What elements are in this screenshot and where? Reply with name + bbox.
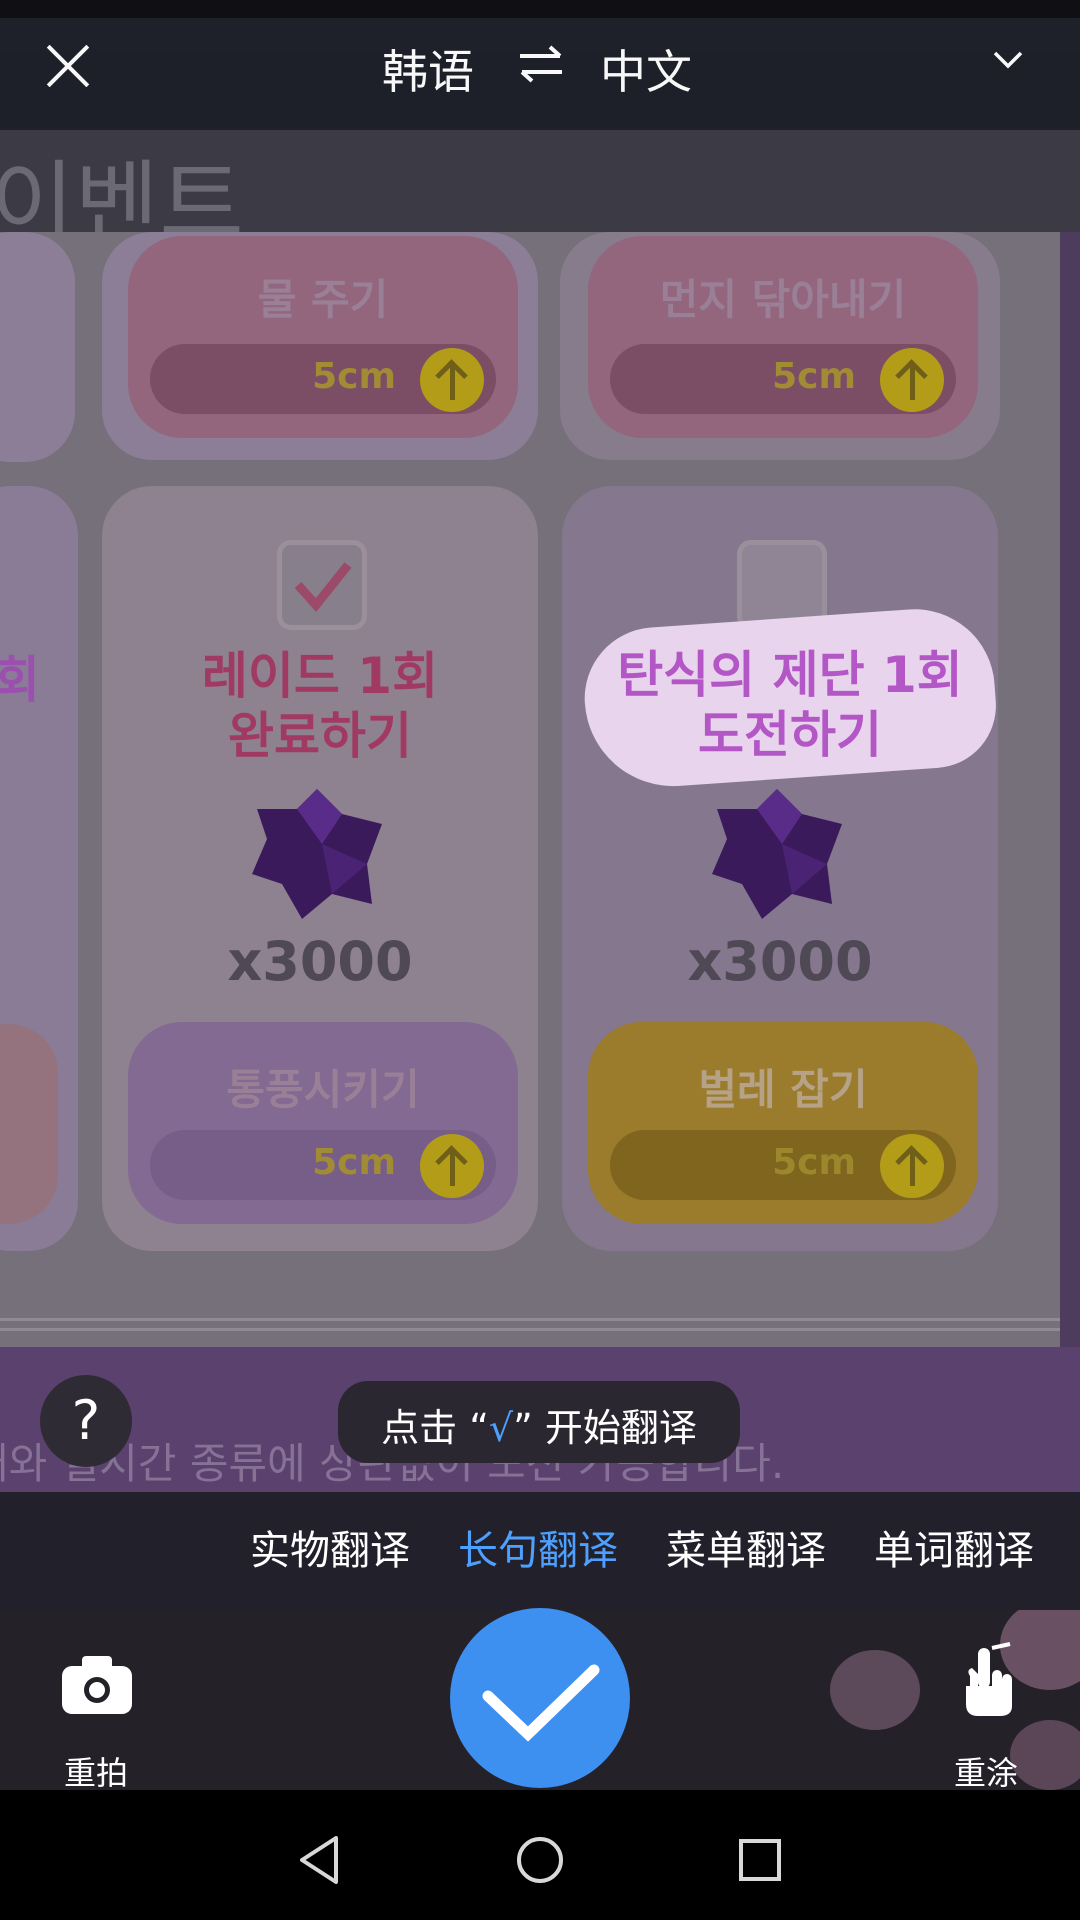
reward-count: x3000 [227,930,413,993]
close-icon[interactable] [46,44,90,88]
task-text: 레이드 1회 완료하기 [102,646,538,766]
task-pill-title: 먼지 닦아내기 [659,275,907,324]
task-text-line: 완료하기 [228,707,412,765]
partial-pill [0,1024,58,1224]
home-circle-icon[interactable] [510,1830,570,1890]
selected-text-line: 탄식의 제단 1회 [617,646,963,704]
language-bar: 韩语 中文 [0,0,1080,130]
progress-bar: 5cm [610,1130,956,1200]
swap-arrows-icon[interactable] [516,44,566,84]
repaint-button[interactable]: 重涂 [940,1640,1040,1790]
hint-check: √ [488,1406,514,1450]
tab-menu-translation[interactable]: 菜单翻译 [666,1518,826,1576]
retake-label: 重拍 [64,1754,129,1790]
arrow-up-icon [420,1134,484,1198]
hint-suffix: ” 开始翻译 [513,1406,697,1450]
task-pill-title: 벌레 잡기 [698,1065,868,1114]
translation-mode-tabs: 实物翻译 长句翻译 菜单翻译 单词翻译 [0,1492,1080,1610]
task-pill: 물 주기 5cm [128,236,518,438]
retake-button[interactable]: 重拍 [46,1640,146,1790]
source-language[interactable]: 韩语 [382,36,474,102]
task-pill: 통풍시키기 5cm [128,1022,518,1224]
task-checkbox [277,540,367,630]
task-pill: 벌레 잡기 5cm [588,1022,978,1224]
recents-square-icon[interactable] [730,1830,790,1890]
panel-divider [0,1318,1060,1321]
selected-text-line: 도전하기 [698,706,882,764]
repaint-label: 重涂 [954,1754,1019,1790]
purple-gem-icon [712,789,842,919]
progress-label: 5cm [772,1142,856,1183]
progress-label: 5cm [312,356,396,397]
panel-divider [0,1328,1060,1331]
partial-task-text: 회 [0,651,40,709]
confirm-translate-button[interactable] [450,1608,630,1788]
help-button[interactable]: ? [40,1375,132,1467]
progress-bar: 5cm [150,344,496,414]
hand-pointer-icon [966,1642,1012,1716]
checkmark-icon [294,562,352,612]
chevron-down-icon[interactable] [993,50,1023,70]
tab-object-translation[interactable]: 实物翻译 [250,1518,410,1576]
selected-task-text: 탄식의 제단 1회 도전하기 [565,645,1015,765]
back-triangle-icon[interactable] [290,1830,350,1890]
arrow-up-icon [880,348,944,412]
purple-gem-icon [252,789,382,919]
tab-sentence-translation[interactable]: 长句翻译 [458,1518,618,1576]
translation-screen: 이벤트 회 물 주기 5cm 레이드 1회 완료하기 x3000 먼지 닦아내기… [0,0,1080,1920]
reward-count: x3000 [687,930,873,993]
hint-text: 点击 “√” 开始翻译 [338,1397,740,1452]
progress-label: 5cm [772,356,856,397]
background-blossom [830,1650,920,1730]
progress-label: 5cm [312,1142,396,1183]
target-language[interactable]: 中文 [600,36,692,102]
partial-card [0,232,75,462]
hint-prefix: 点击 “ [381,1406,489,1450]
task-pill-title: 물 주기 [257,275,389,324]
system-nav-bar [0,1790,1080,1920]
hint-toast: 点击 “√” 开始翻译 [338,1381,740,1463]
progress-bar: 5cm [610,344,956,414]
task-text-line: 레이드 1회 [201,647,439,705]
photo-edge-strip [1060,232,1080,1347]
task-pill-title: 통풍시키기 [226,1065,420,1114]
camera-icon [62,1656,132,1714]
arrow-up-icon [420,348,484,412]
task-pill: 먼지 닦아내기 5cm [588,236,978,438]
checkmark-icon [482,1664,600,1742]
status-bar-area [0,0,1080,18]
arrow-up-icon [880,1134,944,1198]
tab-word-translation[interactable]: 单词翻译 [874,1518,1034,1576]
progress-bar: 5cm [150,1130,496,1200]
